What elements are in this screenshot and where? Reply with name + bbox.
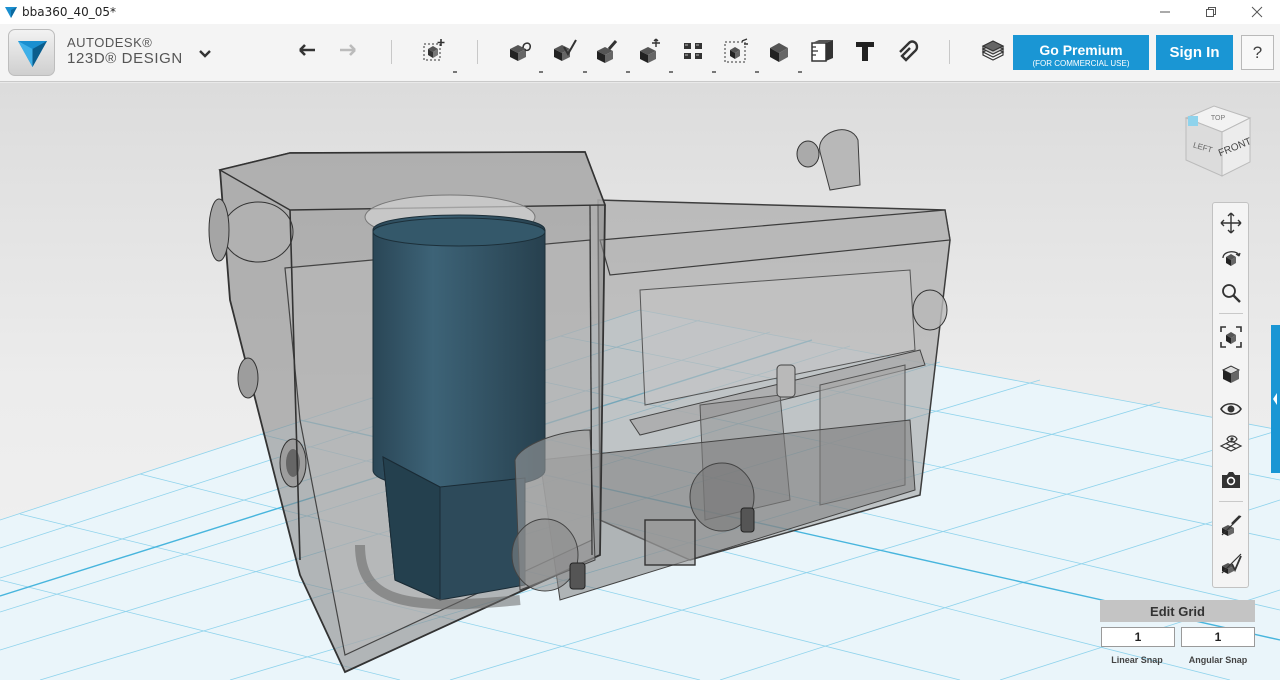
app-logo-icon — [5, 7, 17, 18]
redo-icon[interactable] — [335, 38, 361, 64]
chevron-left-icon — [1273, 393, 1277, 405]
edit-grid-button[interactable]: Edit Grid — [1100, 600, 1255, 622]
nav-separator — [1219, 501, 1243, 502]
measure-icon[interactable] — [808, 38, 834, 64]
toolbar-separator — [949, 40, 950, 64]
navigation-bar — [1212, 202, 1249, 588]
dropdown-caret — [755, 71, 759, 73]
angular-snap-input[interactable] — [1181, 627, 1255, 647]
3d-viewport[interactable] — [0, 83, 1280, 680]
material-visibility-icon[interactable] — [1219, 513, 1243, 537]
material-icon[interactable] — [980, 38, 1006, 64]
main-toolbar: AUTODESK® 123D® DESIGN Go Premium (FOR C… — [0, 24, 1280, 82]
minimize-button[interactable] — [1142, 0, 1188, 24]
linear-snap-label: Linear Snap — [1111, 655, 1163, 665]
window-title: bba360_40_05* — [22, 5, 117, 19]
angular-snap-label: Angular Snap — [1188, 655, 1248, 665]
toolbar-separator — [391, 40, 392, 64]
linear-snap-input[interactable] — [1101, 627, 1175, 647]
side-panel-handle[interactable] — [1271, 325, 1280, 473]
app-menu-logo[interactable] — [8, 29, 55, 76]
undo-icon[interactable] — [294, 38, 320, 64]
snap-icon[interactable] — [895, 38, 921, 64]
grid-settings-panel: Edit Grid Linear Snap Angular Snap — [1100, 600, 1256, 670]
view-grid-icon[interactable] — [1219, 432, 1243, 456]
dropdown-caret — [583, 71, 587, 73]
restore-button[interactable] — [1188, 0, 1234, 24]
sketch-icon[interactable] — [507, 38, 533, 64]
dropdown-caret — [669, 71, 673, 73]
restore-icon — [1206, 7, 1216, 17]
pan-icon[interactable] — [1219, 211, 1243, 235]
close-icon — [1251, 6, 1263, 18]
brand-line-2: 123D® DESIGN — [67, 50, 183, 67]
zoom-icon[interactable] — [1219, 281, 1243, 305]
go-premium-sublabel: (FOR COMMERCIAL USE) — [1032, 58, 1130, 68]
sign-in-button[interactable]: Sign In — [1156, 35, 1233, 70]
go-premium-button[interactable]: Go Premium (FOR COMMERCIAL USE) — [1013, 35, 1149, 70]
brand-name: AUTODESK® 123D® DESIGN — [67, 35, 183, 67]
fit-icon[interactable] — [1219, 325, 1243, 349]
viewcube[interactable]: TOP LEFT FRONT — [1180, 102, 1256, 178]
nav-separator — [1219, 313, 1243, 314]
construct-icon[interactable] — [551, 38, 577, 64]
help-button[interactable]: ? — [1241, 35, 1274, 70]
text-icon[interactable] — [852, 38, 878, 64]
close-button[interactable] — [1234, 0, 1280, 24]
toolbar-separator — [477, 40, 478, 64]
brand-line-1: AUTODESK® — [67, 35, 153, 50]
minimize-icon — [1160, 11, 1170, 13]
scene-canvas[interactable] — [0, 83, 1280, 680]
go-premium-label: Go Premium — [1039, 41, 1123, 58]
title-bar: bba360_40_05* — [0, 0, 1280, 24]
dropdown-caret — [798, 71, 802, 73]
dropdown-caret — [712, 71, 716, 73]
dropdown-caret — [453, 71, 457, 73]
hide-selected-icon[interactable] — [1219, 551, 1243, 575]
transform-icon[interactable] — [637, 38, 663, 64]
dropdown-caret — [539, 71, 543, 73]
autodesk-logo-icon — [18, 41, 47, 67]
camera-icon[interactable] — [1219, 468, 1243, 492]
app-window: bba360_40_05* AUTODESK® 123D® DESIGN Go … — [0, 0, 1280, 680]
combine-icon[interactable] — [766, 38, 792, 64]
orbit-icon[interactable] — [1219, 246, 1243, 270]
chevron-down-icon[interactable] — [196, 44, 214, 62]
modify-icon[interactable] — [594, 38, 620, 64]
pattern-icon[interactable] — [680, 38, 706, 64]
grouping-icon[interactable] — [723, 38, 749, 64]
viewcube-top-label[interactable]: TOP — [1211, 115, 1226, 122]
dropdown-caret — [626, 71, 630, 73]
perspective-icon[interactable] — [1219, 361, 1243, 385]
visibility-eye-icon[interactable] — [1219, 397, 1243, 421]
primitives-icon[interactable] — [421, 38, 447, 64]
